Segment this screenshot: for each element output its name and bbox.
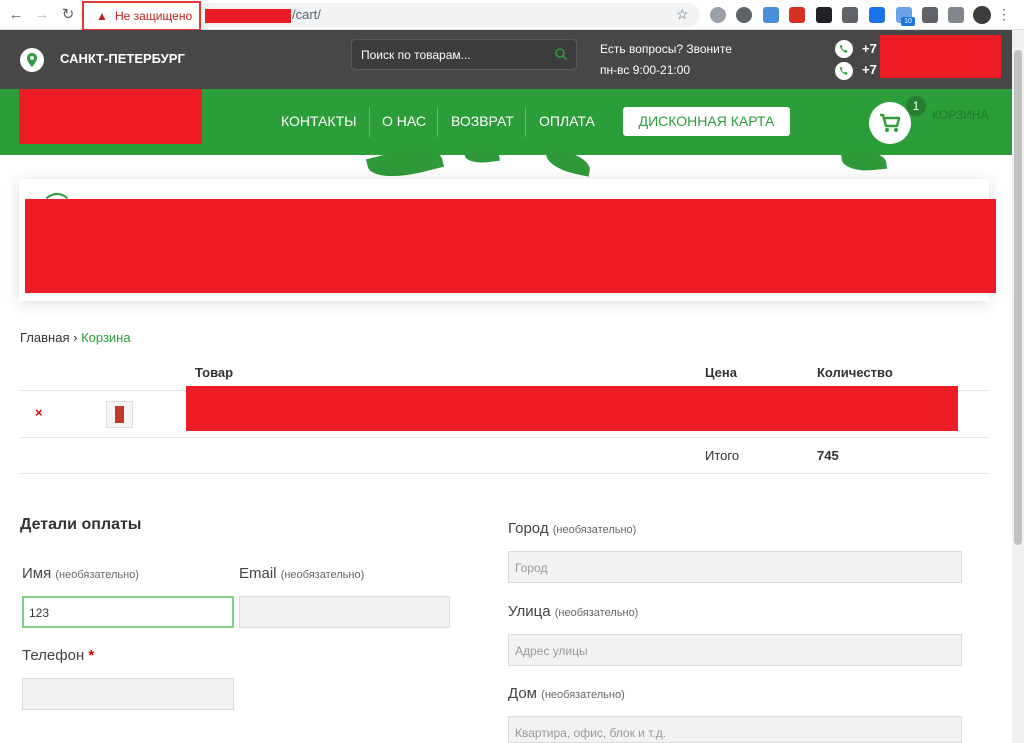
phone-redaction — [880, 35, 1001, 78]
house-field[interactable]: Квартира, офис, блок и т.д. — [508, 716, 962, 743]
extension-icon[interactable] — [816, 7, 832, 23]
cart-count-badge: 1 — [906, 96, 926, 116]
reload-icon[interactable]: ↻ — [58, 5, 78, 25]
working-hours: пн-вс 9:00-21:00 — [600, 63, 691, 77]
breadcrumb: Главная › Корзина — [20, 330, 131, 345]
extension-icon[interactable] — [842, 7, 858, 23]
cart-label[interactable]: КОРЗИНА — [932, 108, 988, 122]
street-label-text: Улица — [508, 603, 551, 620]
optional-hint: (необязательно) — [541, 689, 625, 701]
nav-payment[interactable]: ОПЛАТА — [539, 113, 595, 129]
discount-card-button[interactable]: ДИСКОННАЯ КАРТА — [623, 107, 790, 136]
back-icon[interactable]: ← — [6, 5, 26, 25]
extension-icon[interactable] — [763, 7, 779, 23]
table-divider — [20, 437, 989, 438]
phone-field[interactable] — [22, 678, 234, 710]
billing-title: Детали оплаты — [20, 516, 142, 533]
logo-redaction — [19, 89, 202, 144]
cart-icon — [880, 113, 901, 132]
reading-list-icon[interactable] — [948, 7, 964, 23]
contact-question: Есть вопросы? Звоните — [600, 42, 732, 56]
menu-icon[interactable]: ⋮ — [997, 6, 1011, 23]
profile-avatar[interactable] — [973, 6, 991, 24]
phone-icon — [835, 40, 853, 58]
total-value: 745 — [817, 448, 839, 463]
page-scrollbar[interactable] — [1012, 30, 1024, 743]
cart-button[interactable] — [869, 102, 911, 144]
column-price: Цена — [705, 365, 737, 380]
remove-item-icon[interactable]: × — [35, 405, 43, 420]
breadcrumb-separator: › — [73, 330, 78, 345]
product-row-redaction — [186, 386, 958, 431]
total-label: Итого — [705, 448, 740, 463]
phone-icon — [835, 62, 853, 80]
extension-badge: 10 — [901, 17, 915, 26]
column-product: Товар — [195, 365, 234, 380]
city-label-text: Город — [508, 520, 549, 537]
nav-contacts[interactable]: КОНТАКТЫ — [281, 113, 357, 129]
name-label-text: Имя — [22, 565, 52, 582]
extension-icon[interactable] — [710, 7, 726, 23]
phone-number[interactable]: +7 — [862, 62, 877, 77]
city-field[interactable]: Город — [508, 551, 962, 583]
street-field[interactable]: Адрес улицы — [508, 634, 962, 666]
name-label: Имя (необязательно) — [22, 565, 139, 582]
security-indicator[interactable]: ▲ Не защищено — [82, 1, 201, 31]
email-label: Email (необязательно) — [239, 565, 364, 582]
product-thumbnail[interactable] — [106, 401, 133, 428]
required-mark: * — [88, 647, 95, 664]
city-label: Город (необязательно) — [508, 520, 636, 537]
nav-divider — [369, 107, 370, 137]
puzzle-icon[interactable] — [922, 7, 938, 23]
optional-hint: (необязательно) — [280, 569, 365, 581]
phone-label-text: Телефон — [22, 647, 85, 664]
url-path: /cart/ — [292, 7, 321, 22]
nav-divider — [437, 107, 438, 137]
house-label-text: Дом — [508, 685, 537, 702]
optional-hint: (необязательно) — [55, 569, 139, 581]
search-icon[interactable] — [554, 47, 568, 61]
extension-icon[interactable] — [869, 7, 885, 23]
optional-hint: (необязательно) — [554, 607, 639, 619]
banner-redaction — [25, 199, 996, 293]
breadcrumb-home[interactable]: Главная — [20, 330, 69, 345]
table-divider — [20, 473, 989, 474]
nav-divider — [525, 107, 526, 137]
optional-hint: (необязательно) — [552, 524, 637, 536]
city-label[interactable]: САНКТ-ПЕТЕРБУРГ — [60, 51, 185, 66]
scrollbar-thumb[interactable] — [1014, 50, 1022, 545]
house-label: Дом (необязательно) — [508, 685, 625, 702]
wordpress-icon[interactable] — [736, 7, 752, 23]
top-bar: САНКТ-ПЕТЕРБУРГ Поиск по товарам... Есть… — [0, 30, 1012, 89]
column-quantity: Количество — [817, 365, 893, 380]
warning-icon: ▲ — [96, 9, 108, 23]
bookmark-star-icon[interactable]: ☆ — [676, 6, 689, 23]
nav-about[interactable]: О НАС — [382, 113, 426, 129]
security-label: Не защищено — [115, 9, 193, 23]
location-icon — [20, 48, 44, 72]
main-nav: КОНТАКТЫ О НАС ВОЗВРАТ ОПЛАТА ДИСКОННАЯ … — [0, 89, 1012, 155]
forward-icon[interactable]: → — [32, 5, 52, 25]
email-label-text: Email — [239, 565, 277, 582]
name-field[interactable]: 123 — [22, 596, 234, 628]
email-field[interactable] — [239, 596, 450, 628]
browser-toolbar: ← → ↻ ▲ Не защищено /cart/ ☆ 10 ⋮ — [0, 0, 1024, 31]
nav-returns[interactable]: ВОЗВРАТ — [451, 113, 514, 129]
street-label: Улица (необязательно) — [508, 603, 638, 620]
extension-icon[interactable] — [789, 7, 805, 23]
search-placeholder: Поиск по товарам... — [361, 48, 471, 62]
breadcrumb-current: Корзина — [81, 330, 131, 345]
phone-label: Телефон * — [22, 647, 94, 664]
url-redaction — [205, 9, 291, 23]
search-input[interactable]: Поиск по товарам... — [351, 39, 577, 70]
phone-number[interactable]: +7 — [862, 41, 877, 56]
